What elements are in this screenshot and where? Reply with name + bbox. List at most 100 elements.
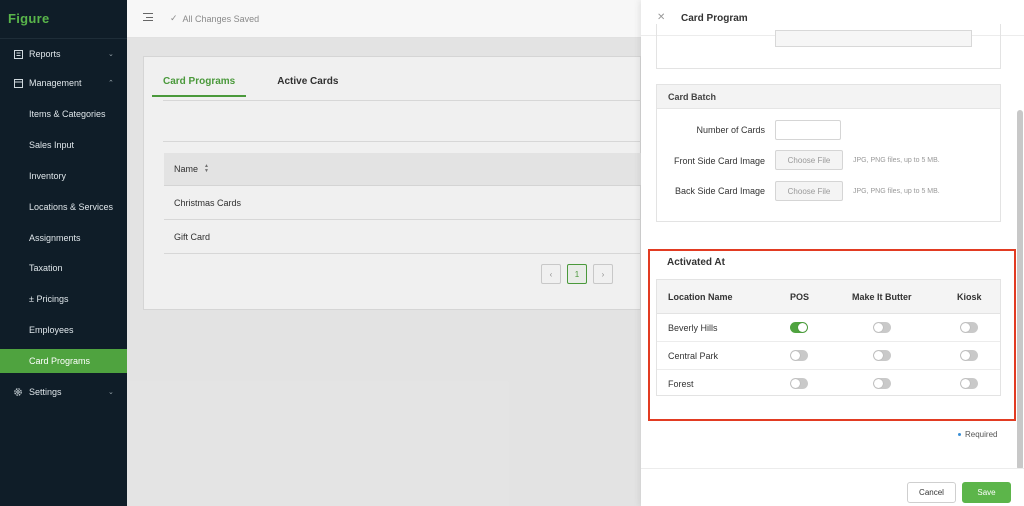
check-icon: ✓: [170, 13, 178, 23]
make-it-butter-toggle[interactable]: [873, 378, 891, 389]
close-icon[interactable]: ✕: [657, 12, 665, 23]
tab-divider: [163, 100, 642, 101]
sidebar-item-label: Settings: [29, 387, 62, 397]
activated-at-section: Activated At Location Name POS Make It B…: [656, 249, 1001, 416]
table-header: Name ▲ ▼: [164, 153, 642, 186]
sidebar-item-items-categories[interactable]: Items & Categories: [0, 102, 127, 126]
details-section: [656, 24, 1001, 69]
tab-bar: Card Programs Active Cards: [152, 76, 369, 97]
row-name: Gift Card: [174, 232, 211, 242]
sidebar-item-assignments[interactable]: Assignments: [0, 226, 127, 250]
toolbar-divider: [163, 141, 642, 142]
front-file-hint: JPG, PNG files, up to 5 MB.: [853, 157, 940, 164]
row-name: Christmas Cards: [174, 198, 242, 208]
required-dot-icon: [958, 433, 961, 436]
sidebar-item-inventory[interactable]: Inventory: [0, 164, 127, 188]
column-header-location: Location Name: [668, 292, 733, 302]
drawer-footer: Cancel Save: [641, 468, 1024, 506]
card-program-drawer: ✕ Card Program Card Batch Number of Card…: [641, 0, 1024, 506]
column-header-make-it-butter: Make It Butter: [852, 292, 912, 302]
location-name: Forest: [668, 379, 694, 389]
back-file-hint: JPG, PNG files, up to 5 MB.: [853, 188, 940, 195]
card-programs-panel: Card Programs Active Cards Name ▲ ▼ Chris…: [143, 56, 642, 310]
front-choose-file-button[interactable]: Choose File: [775, 150, 843, 170]
column-header-kiosk: Kiosk: [957, 292, 982, 302]
pos-toggle[interactable]: [790, 350, 808, 361]
make-it-butter-toggle[interactable]: [873, 322, 891, 333]
sidebar-item-label: Employees: [29, 325, 74, 335]
save-button[interactable]: Save: [962, 482, 1011, 503]
card-batch-section: Card Batch Number of Cards Front Side Ca…: [656, 84, 1001, 222]
sidebar: Figure Reports ⌄ Management ⌃ Items & Ca…: [0, 0, 127, 506]
save-status-text: All Changes Saved: [182, 13, 260, 24]
table-row: Beverly Hills: [657, 314, 1000, 342]
sidebar-item-card-programs[interactable]: Card Programs: [0, 349, 127, 373]
sidebar-item-pricings[interactable]: ± Pricings: [0, 287, 127, 311]
activated-at-table: Location Name POS Make It Butter Kiosk B…: [656, 279, 1001, 396]
sidebar-item-taxation[interactable]: Taxation: [0, 256, 127, 280]
management-icon: [13, 78, 23, 88]
report-icon: [13, 49, 23, 59]
pos-toggle[interactable]: [790, 322, 808, 333]
kiosk-toggle[interactable]: [960, 322, 978, 333]
column-header-label: Name: [174, 164, 199, 174]
back-choose-file-button[interactable]: Choose File: [775, 181, 843, 201]
sidebar-divider: [0, 38, 127, 39]
pagination: ‹ 1 ›: [541, 264, 619, 284]
drawer-scrollbar[interactable]: [1017, 110, 1023, 470]
required-text: Required: [965, 430, 998, 439]
sidebar-item-label: Sales Input: [29, 140, 75, 150]
sidebar-item-sales-input[interactable]: Sales Input: [0, 133, 127, 157]
card-batch-title: Card Batch: [657, 85, 1000, 109]
chevron-up-icon: ⌃: [108, 80, 114, 87]
chevron-down-icon: ⌄: [108, 51, 114, 58]
column-header-name[interactable]: Name ▲ ▼: [174, 164, 209, 175]
brand-logo: Figure: [8, 11, 50, 26]
sidebar-item-management[interactable]: Management ⌃: [0, 71, 127, 95]
sidebar-item-label: ± Pricings: [29, 294, 69, 304]
sidebar-item-label: Reports: [29, 49, 61, 59]
location-name: Beverly Hills: [668, 323, 718, 333]
table-row[interactable]: Gift Card: [164, 220, 642, 254]
sidebar-item-label: Locations & Services: [29, 202, 114, 212]
make-it-butter-toggle[interactable]: [873, 350, 891, 361]
chevron-down-icon: ⌄: [108, 389, 114, 396]
column-header-pos: POS: [790, 292, 810, 302]
tab-active-cards[interactable]: Active Cards: [277, 76, 338, 97]
location-name: Central Park: [668, 351, 719, 361]
sidebar-item-label: Taxation: [29, 263, 63, 273]
sidebar-item-label: Card Programs: [29, 356, 91, 366]
cancel-button[interactable]: Cancel: [907, 482, 956, 503]
required-note: Required: [958, 430, 997, 439]
activated-at-title: Activated At: [667, 257, 725, 268]
front-image-label: Front Side Card Image: [673, 156, 765, 166]
table-row: Forest: [657, 370, 1000, 398]
next-page-button[interactable]: ›: [593, 264, 613, 284]
top-bar: ✓ All Changes Saved: [127, 0, 641, 38]
gear-icon: [13, 387, 23, 397]
sidebar-item-reports[interactable]: Reports ⌄: [0, 42, 127, 66]
save-status: ✓ All Changes Saved: [170, 13, 259, 24]
kiosk-toggle[interactable]: [960, 350, 978, 361]
number-of-cards-input[interactable]: [775, 120, 841, 140]
sidebar-item-locations-services[interactable]: Locations & Services: [0, 195, 127, 219]
table-row[interactable]: Christmas Cards: [164, 186, 642, 220]
sidebar-item-employees[interactable]: Employees: [0, 318, 127, 342]
sidebar-item-label: Items & Categories: [29, 109, 106, 119]
back-image-label: Back Side Card Image: [674, 186, 765, 196]
sidebar-item-settings[interactable]: Settings ⌄: [0, 380, 127, 404]
table-header: Location Name POS Make It Butter Kiosk: [657, 280, 1000, 314]
page-number-button[interactable]: 1: [567, 264, 587, 284]
prev-page-button[interactable]: ‹: [541, 264, 561, 284]
drawer-title: Card Program: [681, 13, 748, 24]
sidebar-item-label: Inventory: [29, 171, 67, 181]
tab-card-programs[interactable]: Card Programs: [152, 76, 247, 97]
sort-icon[interactable]: ▲ ▼: [204, 164, 209, 174]
menu-toggle-icon[interactable]: [143, 13, 153, 23]
created-at-field: [775, 30, 972, 47]
number-of-cards-label: Number of Cards: [696, 125, 765, 135]
table-row: Central Park: [657, 342, 1000, 370]
sidebar-item-label: Assignments: [29, 233, 81, 243]
pos-toggle[interactable]: [790, 378, 808, 389]
kiosk-toggle[interactable]: [960, 378, 978, 389]
